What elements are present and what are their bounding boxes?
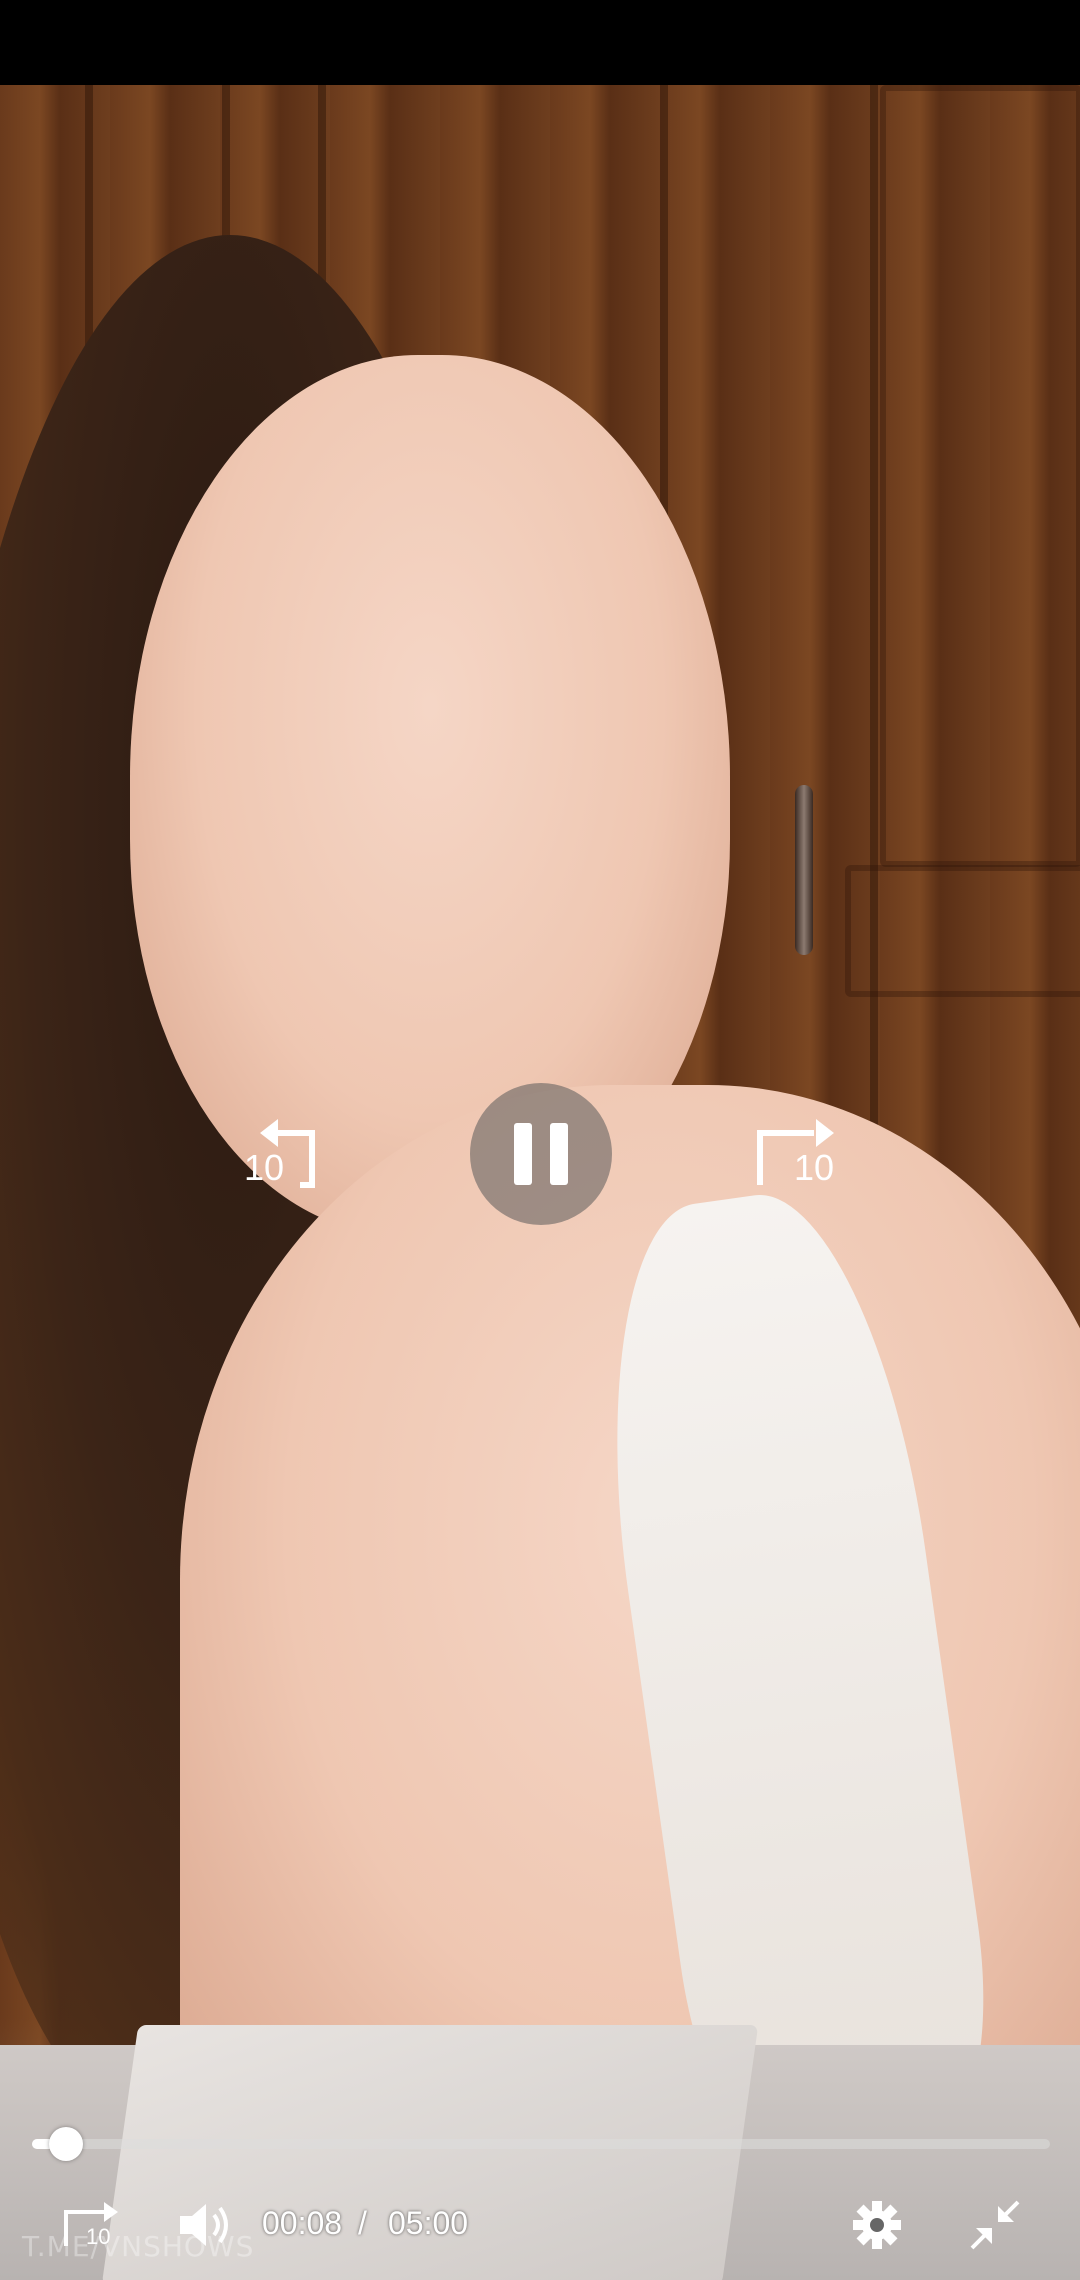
- skip-back-button[interactable]: 10: [232, 1105, 362, 1205]
- cabinet-panel: [845, 865, 1080, 997]
- cabinet-panel: [880, 85, 1080, 867]
- video-player-screen: 10 10 10 00:08 / 05:00 T.ME/VNSHOWS: [0, 0, 1080, 2280]
- pause-button[interactable]: [470, 1083, 612, 1225]
- watermark: T.ME/VNSHOWS: [22, 2230, 255, 2263]
- current-time: 00:08: [262, 2205, 343, 2241]
- cabinet-handle: [795, 785, 813, 955]
- seek-bar[interactable]: [32, 2127, 1050, 2161]
- duration: 05:00: [388, 2205, 469, 2241]
- exit-fullscreen-icon: [970, 2200, 1020, 2250]
- skip-forward-label: 10: [794, 1147, 835, 1188]
- skip-back-label: 10: [244, 1147, 285, 1188]
- exit-fullscreen-button[interactable]: [968, 2198, 1022, 2252]
- settings-button[interactable]: [850, 2198, 904, 2252]
- skip-forward-button[interactable]: 10: [750, 1105, 880, 1205]
- pause-icon: [514, 1123, 532, 1185]
- gear-icon: [853, 2201, 901, 2249]
- time-separator: /: [358, 2205, 367, 2241]
